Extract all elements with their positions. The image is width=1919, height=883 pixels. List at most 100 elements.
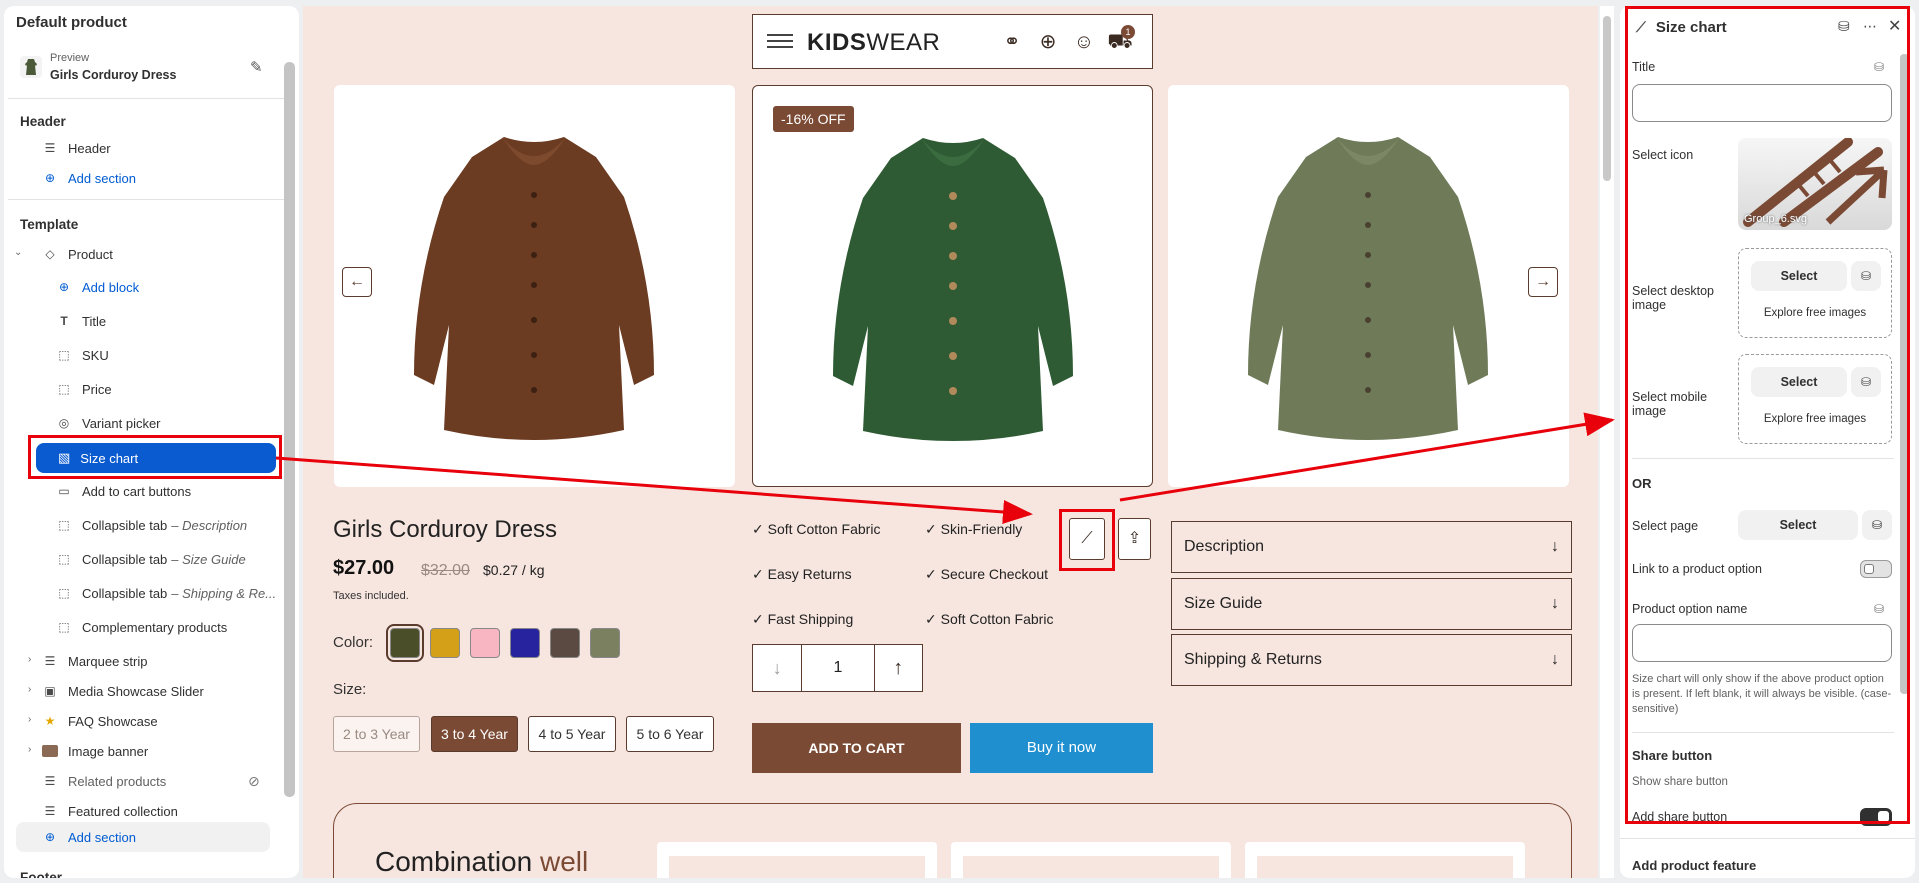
block-variant-picker[interactable]: ◎ Variant picker [56,408,161,438]
block-sublabel: – Shipping & Re... [171,585,277,601]
preview-label: Preview [50,52,90,64]
sale-badge: -16% OFF [773,106,854,132]
feature-item: ✓ Fast Shipping [752,611,854,627]
add-section-header-button[interactable]: ⊕ Add section [42,163,136,193]
variant-icon: ◎ [58,416,70,430]
chevron-right-icon[interactable]: › [28,744,31,755]
color-label: Color: [333,634,374,651]
add-section-template-button[interactable]: ⊕ Add section [42,822,136,852]
edit-pencil-icon[interactable]: ✎ [250,58,272,80]
size-option[interactable]: 5 to 6 Year [626,716,714,752]
block-sublabel: – Size Guide [171,551,246,567]
combination-card[interactable] [1245,842,1525,878]
color-swatch[interactable] [430,628,460,658]
section-label: Related products [68,773,167,789]
block-collapsible-description[interactable]: ⬚ Collapsible tab – Description [56,510,247,540]
highlight-box [1059,509,1115,571]
preview-scrollbar[interactable] [1600,6,1614,878]
block-label: SKU [82,347,109,363]
block-price[interactable]: ⬚ Price [56,374,111,404]
divider [1620,838,1915,839]
globe-icon[interactable]: ⊕ [1035,29,1061,55]
product-image-card-active[interactable]: -16% OFF [752,85,1153,487]
chevron-right-icon[interactable]: › [28,714,31,725]
store-header: KIDSWEAR ⚭ ⊕ ☺ ⛟ 1 [752,14,1153,69]
section-media-showcase-slider[interactable]: › ▣ Media Showcase Slider [28,676,204,706]
color-swatch[interactable] [386,624,424,662]
block-sku[interactable]: ⬚ SKU [56,340,109,370]
section-marquee-strip[interactable]: › ☰ Marquee strip [28,646,147,676]
section-product-label: Product [68,246,113,262]
account-face-icon[interactable]: ☺ [1071,29,1097,55]
color-swatch[interactable] [510,628,540,658]
accordion-size-guide[interactable]: Size Guide ↓ [1171,578,1572,630]
arrow-down-icon: ↓ [1551,651,1559,668]
template-group-heading: Template [20,217,79,232]
dashed-square-icon: ⬚ [58,620,70,634]
color-swatch[interactable] [550,628,580,658]
divider [8,98,286,99]
product-image-card[interactable]: → [1168,85,1569,487]
block-sublabel: – Description [171,517,248,533]
binoculars-icon[interactable]: ⚭ [999,29,1025,55]
dashed-square-icon: ⬚ [58,518,70,532]
quantity-stepper[interactable]: ↓ 1 ↑ [752,644,923,692]
size-option-selected[interactable]: 3 to 4 Year [431,716,518,752]
carousel-next-button[interactable]: → [1528,267,1558,297]
block-label: Collapsible tab [82,517,168,533]
size-option[interactable]: 2 to 3 Year [333,716,420,752]
block-title[interactable]: T Title [56,306,106,336]
block-collapsible-size-guide[interactable]: ⬚ Collapsible tab – Size Guide [56,544,246,574]
chevron-right-icon[interactable]: › [28,684,31,695]
combination-card[interactable] [657,842,937,878]
color-swatch[interactable] [590,628,620,658]
block-label: Collapsible tab [82,551,168,567]
size-option[interactable]: 4 to 5 Year [528,716,616,752]
dress-image-sage [1248,137,1488,440]
feature-item: ✓ Soft Cotton Fabric [925,611,1054,627]
section-product[interactable]: ⌄ ◇ Product [14,239,113,269]
accordion-description[interactable]: Description ↓ [1171,521,1572,573]
add-block-button[interactable]: ⊕ Add block [56,272,139,302]
store-logo[interactable]: KIDSWEAR [807,29,940,57]
accordion-shipping[interactable]: Shipping & Returns ↓ [1171,634,1572,686]
color-swatch[interactable] [470,628,500,658]
section-header[interactable]: ☰ Header [42,133,111,163]
plus-circle-icon: ⊕ [58,280,70,294]
dashed-square-icon: ⬚ [58,586,70,600]
block-label: Title [82,313,107,329]
buy-now-button[interactable]: Buy it now [970,723,1153,773]
sidebar-scrollbar[interactable] [284,62,295,797]
product-image-card[interactable]: ← [334,85,735,487]
section-faq-showcase[interactable]: › ★ FAQ Showcase [28,706,158,736]
chevron-down-icon[interactable]: ⌄ [14,247,22,258]
header-group-heading: Header [20,114,66,129]
block-collapsible-shipping[interactable]: ⬚ Collapsible tab – Shipping & Re... [56,578,276,608]
preview-product-selector[interactable]: Preview Girls Corduroy Dress ✎ [18,50,288,86]
tag-icon: ◇ [45,247,55,261]
accordion-label: Description [1184,538,1265,555]
combination-card[interactable] [951,842,1231,878]
block-complementary-products[interactable]: ⬚ Complementary products [56,612,227,642]
hidden-eye-icon[interactable]: ⊘ [248,773,260,790]
header-section-icon: ☰ [44,141,56,155]
quantity-value[interactable]: 1 [802,645,873,691]
footer-group-heading: Footer [20,870,62,878]
block-add-to-cart-buttons[interactable]: ▭ Add to cart buttons [56,476,191,506]
section-image-banner[interactable]: › Image banner [28,736,149,766]
increase-arrow-icon[interactable]: ↑ [873,645,922,691]
share-icon[interactable]: ⇪ [1118,518,1151,560]
carousel-prev-button[interactable]: ← [342,267,372,297]
media-icon: ▣ [44,684,56,698]
text-icon: T [60,314,68,328]
accordion-label: Size Guide [1184,595,1263,612]
section-label: Image banner [68,743,149,759]
add-to-cart-button[interactable]: ADD TO CART [752,723,961,773]
decrease-arrow-icon[interactable]: ↓ [753,645,803,691]
section-label: Featured collection [68,803,178,819]
chevron-right-icon[interactable]: › [28,654,31,665]
hamburger-menu-icon[interactable] [767,34,793,48]
logo-bold: KIDS [807,29,867,56]
block-label: Complementary products [82,619,228,635]
section-related-products[interactable]: ☰ Related products [42,766,167,796]
